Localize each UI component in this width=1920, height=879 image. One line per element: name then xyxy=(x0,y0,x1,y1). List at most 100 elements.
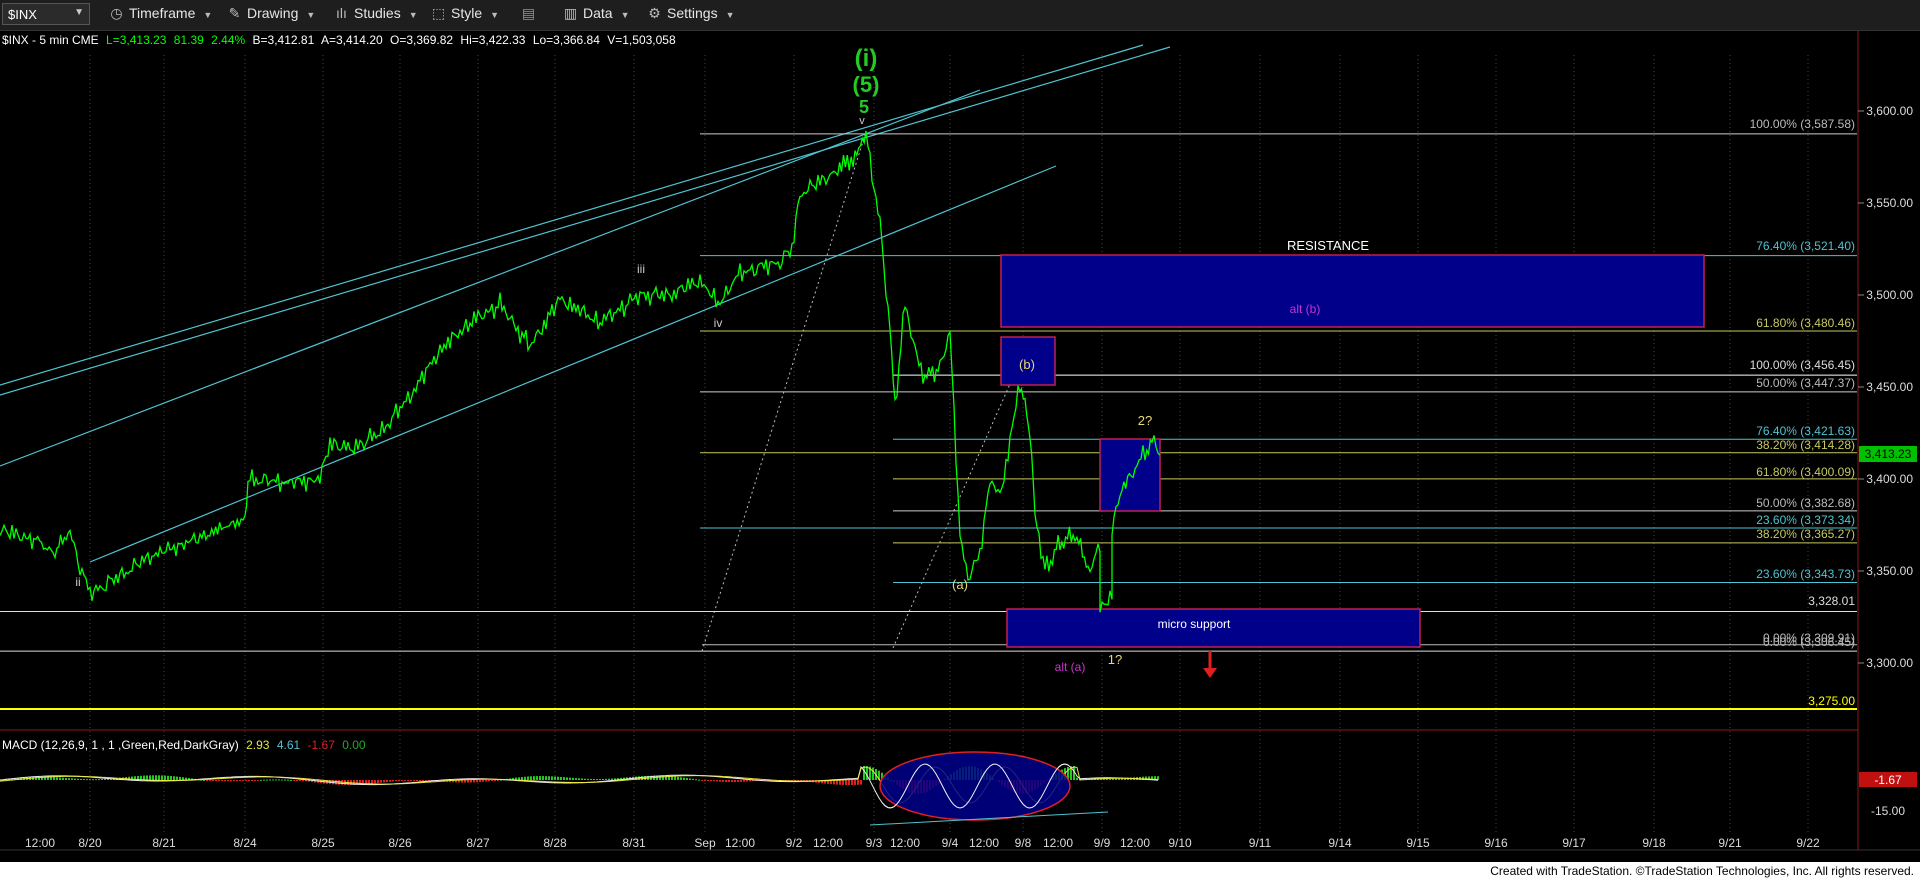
chart[interactable]: $INX - 5 min CME L=3,413.23 81.39 2.44% … xyxy=(0,31,1920,862)
macd-histogram-bar xyxy=(173,776,175,780)
layout-button[interactable]: ▤ xyxy=(520,5,541,25)
studies-button[interactable]: ılı Studies ▼ xyxy=(333,5,418,25)
macd-histogram-bar xyxy=(590,778,592,780)
fib-label-13: 3,328.01 xyxy=(1808,594,1855,608)
fib-label-7: 38.20% (3,414.28) xyxy=(1756,438,1855,452)
macd-histogram-bar xyxy=(272,779,274,781)
chevron-down-icon: ▼ xyxy=(203,10,213,20)
macd-histogram-bar xyxy=(383,780,385,783)
macd-histogram-bar xyxy=(857,780,859,785)
studies-icon: ılı xyxy=(336,5,347,21)
fib-label-16: 3,275.00 xyxy=(1808,694,1855,708)
fib-label-6: 76.40% (3,421.63) xyxy=(1756,424,1855,438)
macd-histogram-bar xyxy=(65,777,67,780)
symbol-selector[interactable]: $INX ▼ xyxy=(2,3,90,25)
resistance-zone[interactable] xyxy=(1000,254,1705,328)
footer-credit: Created with TradeStation. ©TradeStation… xyxy=(1490,864,1914,878)
macd-histogram-bar xyxy=(548,776,550,780)
macd-histogram-bar xyxy=(158,775,160,780)
chevron-down-icon: ▼ xyxy=(306,10,316,20)
macd-histogram-bar xyxy=(395,780,397,782)
macd-histogram-bar xyxy=(284,779,286,781)
macd-histogram-bar xyxy=(710,780,712,782)
macd-histogram-bar xyxy=(593,778,595,780)
macd-histogram-bar xyxy=(386,780,388,782)
macd-histogram-bar xyxy=(584,778,586,780)
macd-histogram-bar xyxy=(302,780,304,781)
wave-label-5-paren: (5) xyxy=(853,72,880,97)
macd-histogram-bar xyxy=(842,780,844,785)
macd-histogram-bar xyxy=(683,777,685,780)
time-tick-label: 9/10 xyxy=(1168,836,1192,850)
macd-histogram-bar xyxy=(152,775,154,780)
volume: V=1,503,058 xyxy=(607,33,676,47)
time-tick-label: 8/25 xyxy=(311,836,335,850)
timeframe-button[interactable]: ◷ Timeframe ▼ xyxy=(108,5,212,25)
macd-histogram-bar xyxy=(485,780,487,782)
drawing-button[interactable]: ✎ Drawing ▼ xyxy=(226,5,316,25)
macd-histogram-bar xyxy=(542,776,544,780)
macd-histogram-bar xyxy=(854,780,856,785)
wave-label-i: (i) xyxy=(855,45,878,72)
macd-histogram-bar xyxy=(299,780,301,781)
macd-histogram-bar xyxy=(86,779,88,781)
fib-label-4: 100.00% (3,456.45) xyxy=(1750,358,1855,372)
macd-histogram-bar xyxy=(470,780,472,783)
time-tick-label: 9/9 xyxy=(1094,836,1111,850)
macd-histogram-bar xyxy=(677,776,679,780)
macd-histogram-bar xyxy=(554,776,556,780)
macd-histogram-bar xyxy=(95,779,97,781)
settings-button[interactable]: ⚙ Settings ▼ xyxy=(646,5,734,25)
data-button[interactable]: ▥ Data ▼ xyxy=(562,5,630,25)
macd-label: MACD (12,26,9, 1 , 1 ,Green,Red,DarkGray… xyxy=(2,738,239,752)
pencil-icon: ✎ xyxy=(228,5,241,21)
macd-histogram-bar xyxy=(722,780,724,782)
macd-histogram-bar xyxy=(239,780,241,782)
macd-histogram-bar xyxy=(248,780,250,781)
drawing-label: Drawing xyxy=(247,5,299,21)
macd-histogram-bar xyxy=(737,780,739,782)
time-tick-label: 8/20 xyxy=(78,836,102,850)
macd-histogram-bar xyxy=(218,780,220,782)
time-tick-label: 9/22 xyxy=(1796,836,1820,850)
macd-histogram-bar xyxy=(401,780,403,781)
macd-histogram-bar xyxy=(749,780,751,782)
bar-chart-icon: ▥ xyxy=(563,5,578,21)
macd-histogram-bar xyxy=(716,780,718,782)
macd-histogram-bar xyxy=(851,780,853,785)
wave-label-b: (b) xyxy=(1019,357,1035,372)
style-icon: ⬚ xyxy=(431,5,446,21)
macd-histogram-bar xyxy=(251,780,253,781)
macd-histogram-bar xyxy=(77,778,79,780)
macd-histogram-bar xyxy=(1106,778,1108,780)
price-tick-label: 3,550.00 xyxy=(1866,196,1913,210)
macd-histogram-bar xyxy=(209,780,211,781)
macd-histogram-bar xyxy=(467,780,469,783)
macd-histogram-bar xyxy=(269,779,271,781)
wave-label-5: 5 xyxy=(859,97,869,117)
macd-header: MACD (12,26,9, 1 , 1 ,Green,Red,DarkGray… xyxy=(2,738,366,752)
fib-label-3: 61.80% (3,480.46) xyxy=(1756,316,1855,330)
macd-histogram-bar xyxy=(71,778,73,780)
wave-label-v: v xyxy=(859,115,865,127)
macd-histogram-bar xyxy=(719,780,721,782)
macd-histogram-bar xyxy=(74,778,76,780)
macd-histogram-bar xyxy=(731,780,733,783)
macd-histogram-bar xyxy=(746,780,748,782)
macd-histogram-bar xyxy=(146,775,148,780)
macd-histogram-bar xyxy=(266,779,268,781)
alt-b-label: alt (b) xyxy=(1290,302,1321,316)
macd-histogram-bar xyxy=(479,780,481,783)
macd-histogram-bar xyxy=(185,777,187,780)
macd-histogram-bar xyxy=(53,777,55,780)
low-price: Lo=3,366.84 xyxy=(533,33,600,47)
macd-histogram-bar xyxy=(695,779,697,781)
macd-histogram-bar xyxy=(587,778,589,780)
chevron-down-icon: ▼ xyxy=(620,10,630,20)
macd-histogram-bar xyxy=(398,780,400,781)
style-button[interactable]: ⬚ Style ▼ xyxy=(430,5,499,25)
time-tick-label: 9/14 xyxy=(1328,836,1352,850)
macd-histogram-bar xyxy=(242,780,244,781)
macd-histogram-bar xyxy=(257,780,259,781)
macd-histogram-bar xyxy=(713,780,715,782)
